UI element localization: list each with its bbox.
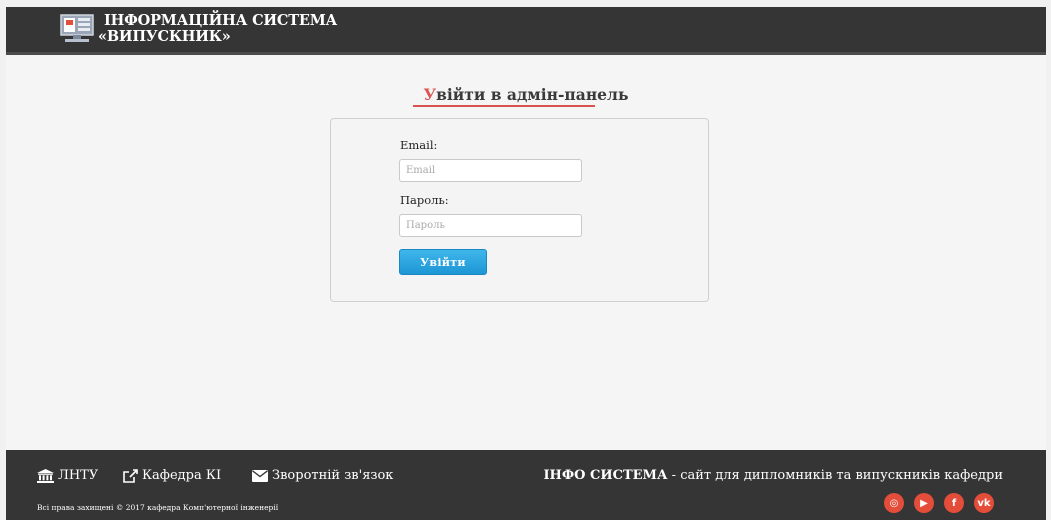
youtube-icon[interactable]: ▶	[914, 493, 934, 513]
footer-link-kafedra[interactable]: Кафедра КІ	[123, 468, 221, 483]
brand-title[interactable]: ІНФОРМАЦІЙНА СИСТЕМА «ВИПУСКНИК»	[98, 13, 337, 45]
external-link-icon	[123, 468, 138, 483]
password-label: Пароль:	[400, 193, 449, 207]
copyright-text: Всі права захищені © 2017 кафедра Комп'ю…	[37, 503, 279, 512]
page-title-rest: війти в адмін-панель	[436, 85, 629, 104]
instagram-icon[interactable]: ◎	[884, 493, 904, 513]
facebook-icon[interactable]: f	[944, 493, 964, 513]
footer-link-kafedra-label: Кафедра КІ	[142, 468, 222, 483]
login-form: Email: Пароль: Увійти	[330, 118, 709, 302]
footer-link-lntu-label: ЛНТУ	[58, 468, 99, 483]
footer-link-feedback[interactable]: Зворотній зв'язок	[252, 468, 393, 483]
email-field[interactable]	[399, 159, 582, 182]
footer-tagline: ІНФО СИСТЕМА - сайт для дипломників та в…	[543, 468, 1003, 483]
tagline-rest: - сайт для дипломників та випускників ка…	[667, 468, 1003, 483]
page-title: Увійти в адмін-панель	[6, 85, 1046, 104]
login-button[interactable]: Увійти	[399, 249, 487, 275]
title-underline	[413, 105, 595, 107]
footer-link-feedback-label: Зворотній зв'язок	[272, 468, 394, 483]
brand-title-line1: ІНФОРМАЦІЙНА СИСТЕМА	[104, 12, 338, 29]
footer-link-lntu[interactable]: ЛНТУ	[37, 468, 98, 483]
vk-icon[interactable]: vk	[974, 493, 994, 513]
password-field[interactable]	[399, 214, 582, 237]
email-label: Email:	[400, 138, 438, 152]
brand-title-line2: «ВИПУСКНИК»	[98, 28, 231, 45]
top-header: ІНФОРМАЦІЙНА СИСТЕМА «ВИПУСКНИК»	[6, 7, 1046, 55]
main-content: Увійти в адмін-панель Email: Пароль: Уві…	[6, 55, 1046, 450]
page-title-first-letter: У	[423, 85, 437, 104]
envelope-icon	[252, 469, 268, 482]
university-icon	[37, 468, 54, 483]
footer: ЛНТУ Кафедра КІ Зворотній зв'язок ІНФО С…	[6, 450, 1046, 520]
monitor-logo-icon[interactable]	[59, 13, 95, 43]
tagline-bold: ІНФО СИСТЕМА	[543, 468, 668, 483]
